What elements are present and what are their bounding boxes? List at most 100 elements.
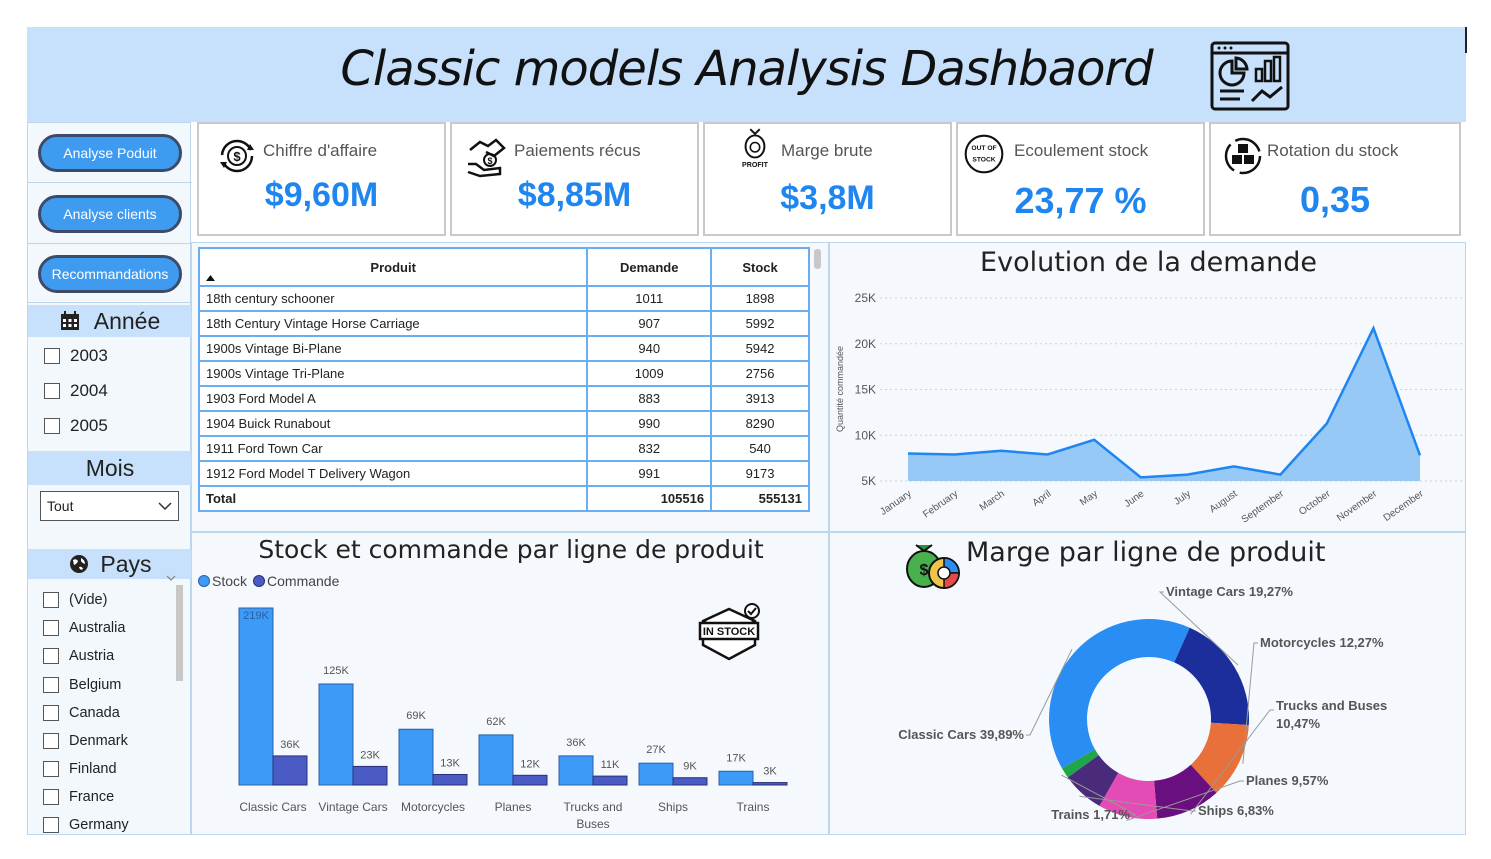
bar-stock bbox=[238, 607, 274, 786]
product-table-panel: Produit Demande Stock 18th century schoo… bbox=[191, 242, 829, 532]
kpi-card-chiffre-affaire: $ Chiffre d'affaire $9,60M bbox=[197, 122, 446, 236]
margin-chart-panel: $ Marge par ligne de produit Classic Car… bbox=[829, 532, 1466, 835]
bar-stock bbox=[398, 728, 434, 786]
table-row[interactable]: 1903 Ford Model A 883 3913 bbox=[197, 385, 810, 412]
bar-stock bbox=[718, 770, 754, 786]
table-row[interactable]: 1900s Vintage Tri-Plane 1009 2756 bbox=[197, 360, 810, 387]
y-tick-label: 20K bbox=[855, 337, 876, 351]
x-tick-label: April bbox=[1031, 488, 1054, 508]
country-option[interactable]: Austria bbox=[43, 646, 114, 666]
donut-slice bbox=[1174, 627, 1249, 725]
country-label: Canada bbox=[69, 705, 120, 721]
profit-icon-text: PROFIT bbox=[742, 162, 769, 169]
dollar-cycle-icon: $ bbox=[220, 139, 254, 173]
mois-slicer-header: Mois bbox=[28, 451, 192, 485]
table-header-row: Produit Demande Stock bbox=[197, 247, 810, 287]
cell-demande: 907 bbox=[586, 310, 713, 337]
table-row[interactable]: 18th Century Vintage Horse Carriage 907 59… bbox=[197, 310, 810, 337]
checkbox[interactable] bbox=[44, 418, 60, 434]
table-row[interactable]: 1900s Vintage Bi-Plane 940 5942 bbox=[197, 335, 810, 362]
column-header-produit[interactable]: Produit bbox=[197, 247, 589, 287]
data-label-commande: 36K bbox=[280, 739, 300, 751]
total-demande: 105516 bbox=[586, 485, 713, 512]
data-label-stock: 69K bbox=[406, 710, 426, 722]
column-header-demande[interactable]: Demande bbox=[586, 247, 713, 287]
sidebar: Analyse Poduit Analyse clients Recommand… bbox=[27, 122, 192, 835]
bar-stock bbox=[558, 755, 594, 786]
x-tick-label: November bbox=[1335, 488, 1380, 524]
analyse-produit-button[interactable]: Analyse Poduit bbox=[38, 133, 182, 172]
table-row[interactable]: 1912 Ford Model T Delivery Wagon 991 9173 bbox=[197, 460, 810, 487]
x-tick-label: Classic Cars bbox=[239, 800, 306, 814]
total-label: Total bbox=[197, 485, 589, 512]
bar-commande bbox=[592, 775, 628, 786]
cell-demande: 1009 bbox=[586, 360, 713, 387]
checkbox[interactable] bbox=[43, 761, 59, 777]
kpi-card-marge-brute: PROFIT Marge brute $3,8M bbox=[703, 122, 952, 236]
year-label: 2005 bbox=[70, 416, 108, 435]
margin-donut-chart: Classic Cars 39,89% Vintage Cars 19,27% Mo… bbox=[898, 584, 1387, 822]
country-label: Finland bbox=[69, 761, 117, 777]
slice-label: Trains 1,71% bbox=[1051, 807, 1130, 822]
kpi-value: 0,35 bbox=[1299, 179, 1371, 220]
table-row[interactable]: 1911 Ford Town Car 832 540 bbox=[197, 435, 810, 462]
year-option[interactable]: 2003 bbox=[44, 345, 108, 367]
checkbox[interactable] bbox=[43, 592, 59, 608]
nav-cell-produit: Analyse Poduit bbox=[28, 123, 192, 183]
country-option[interactable]: Canada bbox=[43, 703, 120, 723]
column-header-stock[interactable]: Stock bbox=[710, 247, 810, 287]
cell-produit: 1904 Buick Runabout bbox=[197, 410, 589, 437]
x-tick-label: October bbox=[1297, 488, 1333, 518]
cell-demande: 832 bbox=[586, 435, 713, 462]
payment-hand-icon: $ bbox=[467, 138, 506, 178]
chevron-down-icon[interactable] bbox=[166, 575, 176, 581]
y-tick-label: 25K bbox=[855, 291, 876, 305]
checkbox[interactable] bbox=[43, 789, 59, 805]
checkbox[interactable] bbox=[43, 648, 59, 664]
scrollbar-thumb[interactable] bbox=[814, 249, 821, 269]
analyse-clients-button[interactable]: Analyse clients bbox=[38, 194, 182, 233]
country-label: Austria bbox=[69, 648, 115, 664]
country-option[interactable]: Germany bbox=[43, 815, 129, 835]
checkbox[interactable] bbox=[44, 348, 60, 364]
year-option[interactable]: 2004 bbox=[44, 380, 108, 402]
out-of-stock-icon: OUT OF STOCK bbox=[964, 134, 1004, 174]
analytics-dashboard-icon bbox=[1210, 41, 1290, 111]
profit-bag-icon: PROFIT bbox=[742, 128, 769, 169]
bar-stock bbox=[478, 734, 514, 786]
country-option[interactable]: Belgium bbox=[43, 675, 121, 695]
bar-commande bbox=[752, 782, 788, 786]
cell-demande: 883 bbox=[586, 385, 713, 412]
slice-label: Classic Cars 39,89% bbox=[898, 727, 1024, 742]
country-label: (Vide) bbox=[69, 592, 108, 608]
sort-ascending-icon[interactable] bbox=[206, 275, 215, 281]
checkbox[interactable] bbox=[44, 383, 60, 399]
country-option[interactable]: Finland bbox=[43, 759, 117, 779]
recommandations-button[interactable]: Recommandations bbox=[38, 254, 182, 293]
table-row[interactable]: 18th century schooner 1011 1898 bbox=[197, 285, 810, 312]
x-tick-label: May bbox=[1078, 488, 1100, 508]
kpi-label: Paiements récus bbox=[514, 141, 641, 160]
year-option[interactable]: 2005 bbox=[44, 415, 108, 437]
country-option[interactable]: (Vide) bbox=[43, 590, 107, 610]
x-tick-label: Ships bbox=[658, 800, 688, 814]
cell-stock: 2756 bbox=[710, 360, 810, 387]
scrollbar-thumb[interactable] bbox=[176, 585, 183, 681]
x-tick-label: July bbox=[1172, 488, 1193, 507]
x-tick-label: September bbox=[1240, 488, 1287, 525]
checkbox[interactable] bbox=[43, 733, 59, 749]
table-row[interactable]: 1904 Buick Runabout 990 8290 bbox=[197, 410, 810, 437]
country-option[interactable]: France bbox=[43, 787, 114, 807]
slice-label: Motorcycles 12,27% bbox=[1260, 635, 1384, 650]
country-option[interactable]: Australia bbox=[43, 618, 125, 638]
year-label: 2004 bbox=[70, 381, 108, 400]
header-label: Produit bbox=[370, 259, 416, 275]
country-option[interactable]: Denmark bbox=[43, 731, 128, 751]
calendar-icon bbox=[60, 311, 79, 330]
mois-dropdown[interactable]: Tout bbox=[40, 491, 179, 521]
checkbox[interactable] bbox=[43, 705, 59, 721]
checkbox[interactable] bbox=[43, 817, 59, 833]
demand-area-chart: Quantité commandée 5K 10K 15K 20K 25K January… bbox=[835, 291, 1462, 526]
checkbox[interactable] bbox=[43, 620, 59, 636]
checkbox[interactable] bbox=[43, 677, 59, 693]
